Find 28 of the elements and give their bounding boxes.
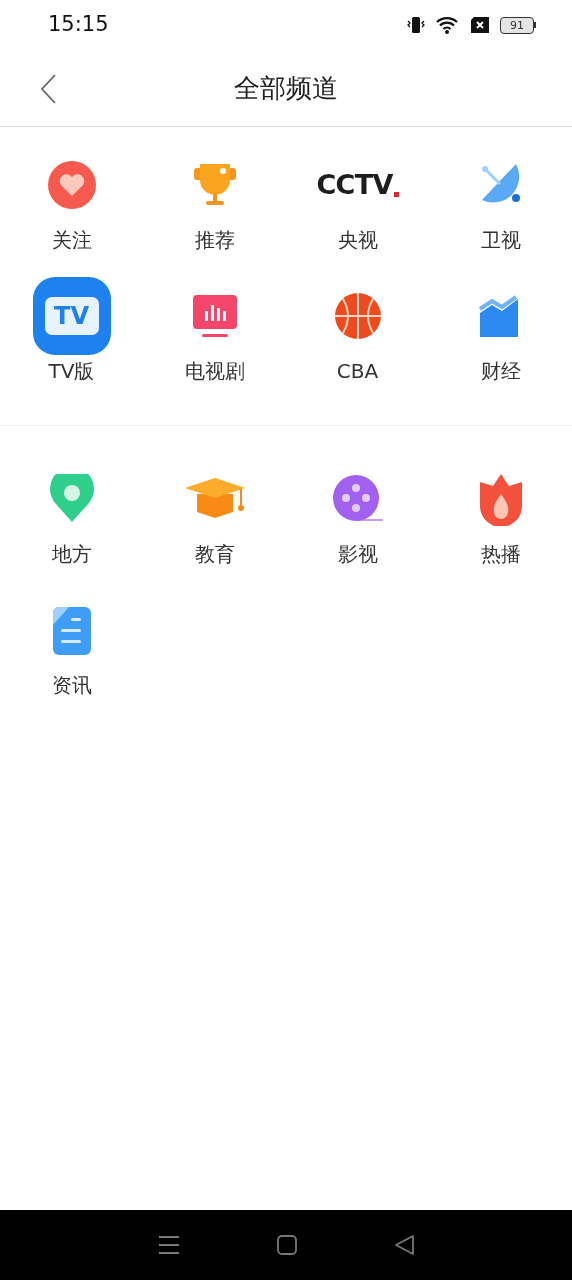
channel-item[interactable]: 推荐 (143, 146, 286, 252)
channel-item[interactable]: 财经 (429, 277, 572, 383)
document-icon (50, 605, 93, 655)
wifi-icon (436, 15, 460, 35)
channel-item[interactable]: 关注 (0, 146, 143, 252)
film-reel-icon (331, 474, 384, 524)
channel-item[interactable]: 地方 (0, 460, 143, 566)
no-sim-icon (470, 16, 490, 34)
back-icon[interactable] (393, 1235, 414, 1255)
channel-item[interactable]: 资讯 (0, 591, 143, 697)
channel-item[interactable]: 教育 (143, 460, 286, 566)
page-title: 全部频道 (234, 75, 338, 101)
basketball-icon (332, 291, 383, 341)
channel-item[interactable]: 热播 (429, 460, 572, 566)
channel-item[interactable]: 卫视 (429, 146, 572, 252)
channel-item[interactable]: CBA (286, 277, 429, 383)
channel-item[interactable]: 影视 (286, 460, 429, 566)
channel-item[interactable]: TV TV版 (0, 277, 143, 383)
home-icon[interactable] (277, 1235, 297, 1255)
channel-item[interactable]: 电视剧 (143, 277, 286, 383)
tv-app-icon: TV (32, 277, 111, 355)
back-icon (40, 74, 56, 104)
vibrate-icon (406, 15, 426, 35)
battery-indicator: 91 (500, 16, 536, 34)
cctv-logo: CCTV (316, 160, 399, 210)
status-time: 15:15 (48, 11, 109, 39)
channel-item[interactable]: CCTV 央视 (286, 146, 429, 252)
menu-icon[interactable] (158, 1235, 181, 1255)
